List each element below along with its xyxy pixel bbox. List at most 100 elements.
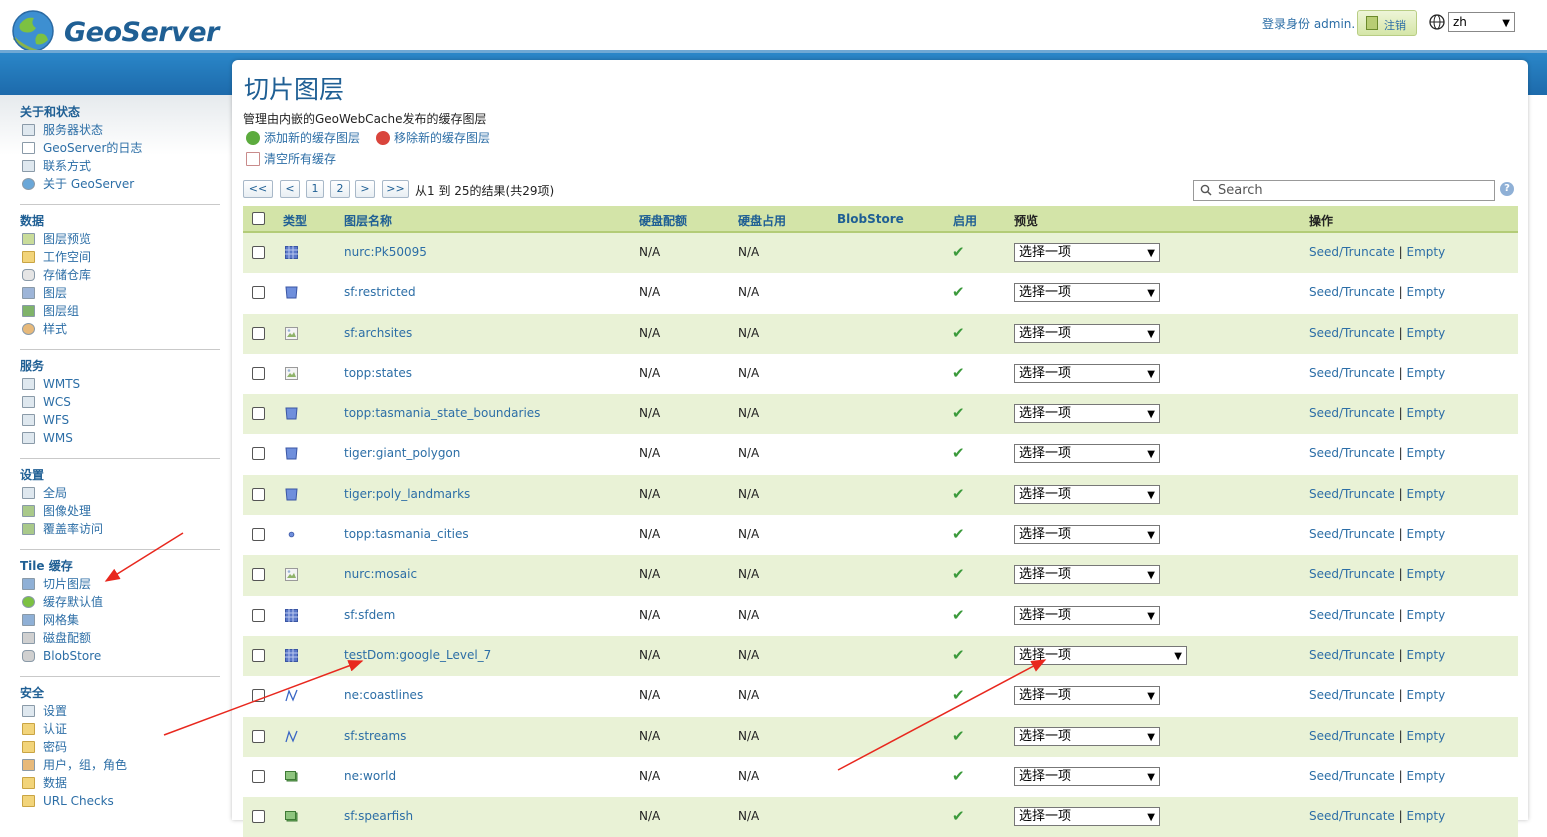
row-checkbox[interactable]	[252, 366, 265, 380]
empty-link[interactable]: Empty	[1407, 366, 1446, 380]
nav-item-url-checks[interactable]: URL Checks	[20, 792, 220, 810]
nav-item-security-settings[interactable]: 设置	[20, 702, 220, 720]
header-disk-quota[interactable]: 硬盘配额	[639, 212, 687, 229]
preview-select[interactable]: 选择一项 ▼	[1014, 404, 1160, 424]
preview-select[interactable]: 选择一项 ▼	[1014, 766, 1160, 786]
preview-select[interactable]: 选择一项 ▼	[1014, 323, 1160, 343]
nav-item-data-security[interactable]: 数据	[20, 774, 220, 792]
nav-item-authentication[interactable]: 认证	[20, 720, 220, 738]
seed-truncate-link[interactable]: Seed/Truncate	[1309, 366, 1395, 380]
seed-truncate-link[interactable]: Seed/Truncate	[1309, 245, 1395, 259]
nav-item-caching-defaults[interactable]: 缓存默认值	[20, 593, 220, 611]
nav-item-about[interactable]: 关于 GeoServer	[20, 175, 220, 193]
layer-name-link[interactable]: nurc:Pk50095	[344, 245, 427, 259]
empty-link[interactable]: Empty	[1407, 326, 1446, 340]
seed-truncate-link[interactable]: Seed/Truncate	[1309, 688, 1395, 702]
seed-truncate-link[interactable]: Seed/Truncate	[1309, 567, 1395, 581]
empty-link[interactable]: Empty	[1407, 648, 1446, 662]
preview-select[interactable]: 选择一项 ▼	[1014, 645, 1187, 665]
layer-name-link[interactable]: ne:world	[344, 769, 396, 783]
preview-select[interactable]: 选择一项 ▼	[1014, 363, 1160, 383]
layer-name-link[interactable]: tiger:giant_polygon	[344, 446, 460, 460]
layer-name-link[interactable]: topp:tasmania_state_boundaries	[344, 406, 540, 420]
empty-link[interactable]: Empty	[1407, 527, 1446, 541]
empty-link[interactable]: Empty	[1407, 245, 1446, 259]
preview-select[interactable]: 选择一项 ▼	[1014, 565, 1160, 585]
help-icon[interactable]: ?	[1500, 182, 1514, 196]
search-input[interactable]: Search	[1193, 180, 1495, 201]
preview-select[interactable]: 选择一项 ▼	[1014, 525, 1160, 545]
nav-item-users-groups-roles[interactable]: 用户，组，角色	[20, 756, 220, 774]
layer-name-link[interactable]: tiger:poly_landmarks	[344, 487, 470, 501]
nav-item-styles[interactable]: 样式	[20, 320, 220, 338]
nav-item-wmts[interactable]: WMTS	[20, 375, 220, 393]
nav-item-tile-layers[interactable]: 切片图层	[20, 575, 220, 593]
geoserver-logo[interactable]: GeoServer	[10, 8, 220, 54]
remove-cached-layer-link[interactable]: 移除新的缓存图层	[374, 130, 490, 146]
pager-prev-button[interactable]: <	[280, 180, 300, 198]
layer-name-link[interactable]: sf:streams	[344, 729, 406, 743]
row-checkbox[interactable]	[252, 568, 265, 582]
layer-name-link[interactable]: nurc:mosaic	[344, 567, 417, 581]
add-cached-layer-link[interactable]: 添加新的缓存图层	[244, 130, 360, 146]
select-all-checkbox[interactable]	[252, 212, 265, 225]
nav-item-wcs[interactable]: WCS	[20, 393, 220, 411]
seed-truncate-link[interactable]: Seed/Truncate	[1309, 527, 1395, 541]
seed-truncate-link[interactable]: Seed/Truncate	[1309, 769, 1395, 783]
pager-next-button[interactable]: >	[355, 180, 375, 198]
header-layer-name[interactable]: 图层名称	[344, 212, 392, 229]
seed-truncate-link[interactable]: Seed/Truncate	[1309, 446, 1395, 460]
nav-item-contact[interactable]: 联系方式	[20, 157, 220, 175]
nav-item-global[interactable]: 全局	[20, 484, 220, 502]
pager-last-button[interactable]: >>	[382, 180, 409, 198]
layer-name-link[interactable]: testDom:google_Level_7	[344, 648, 491, 662]
seed-truncate-link[interactable]: Seed/Truncate	[1309, 608, 1395, 622]
nav-item-passwords[interactable]: 密码	[20, 738, 220, 756]
seed-truncate-link[interactable]: Seed/Truncate	[1309, 326, 1395, 340]
preview-select[interactable]: 选择一项 ▼	[1014, 283, 1160, 303]
row-checkbox[interactable]	[252, 407, 265, 421]
seed-truncate-link[interactable]: Seed/Truncate	[1309, 487, 1395, 501]
nav-item-disk-quota[interactable]: 磁盘配额	[20, 629, 220, 647]
empty-link[interactable]: Empty	[1407, 285, 1446, 299]
row-checkbox[interactable]	[252, 608, 265, 622]
row-checkbox[interactable]	[252, 810, 265, 824]
layer-name-link[interactable]: sf:archsites	[344, 326, 412, 340]
layer-name-link[interactable]: topp:states	[344, 366, 412, 380]
nav-item-layers[interactable]: 图层	[20, 284, 220, 302]
row-checkbox[interactable]	[252, 487, 265, 501]
empty-link[interactable]: Empty	[1407, 487, 1446, 501]
empty-link[interactable]: Empty	[1407, 406, 1446, 420]
pager-page-2-button[interactable]: 2	[330, 180, 350, 198]
seed-truncate-link[interactable]: Seed/Truncate	[1309, 648, 1395, 662]
empty-link[interactable]: Empty	[1407, 729, 1446, 743]
pager-first-button[interactable]: <<	[243, 180, 273, 198]
empty-link[interactable]: Empty	[1407, 446, 1446, 460]
pager-page-1-button[interactable]: 1	[306, 180, 324, 198]
nav-item-coverage-access[interactable]: 覆盖率访问	[20, 520, 220, 538]
layer-name-link[interactable]: ne:coastlines	[344, 688, 423, 702]
seed-truncate-link[interactable]: Seed/Truncate	[1309, 406, 1395, 420]
nav-item-gridsets[interactable]: 网格集	[20, 611, 220, 629]
header-type[interactable]: 类型	[283, 212, 307, 229]
nav-item-blobstore[interactable]: BlobStore	[20, 647, 220, 665]
seed-truncate-link[interactable]: Seed/Truncate	[1309, 285, 1395, 299]
row-checkbox[interactable]	[252, 689, 265, 703]
empty-link[interactable]: Empty	[1407, 688, 1446, 702]
logout-button[interactable]: 注销	[1357, 10, 1417, 36]
row-checkbox[interactable]	[252, 648, 265, 662]
preview-select[interactable]: 选择一项 ▼	[1014, 444, 1160, 464]
layer-name-link[interactable]: sf:spearfish	[344, 809, 413, 823]
seed-truncate-link[interactable]: Seed/Truncate	[1309, 809, 1395, 823]
empty-link[interactable]: Empty	[1407, 608, 1446, 622]
seed-truncate-link[interactable]: Seed/Truncate	[1309, 729, 1395, 743]
empty-link[interactable]: Empty	[1407, 769, 1446, 783]
nav-item-wms[interactable]: WMS	[20, 429, 220, 447]
nav-item-stores[interactable]: 存储仓库	[20, 266, 220, 284]
empty-link[interactable]: Empty	[1407, 809, 1446, 823]
nav-item-layer-preview[interactable]: 图层预览	[20, 230, 220, 248]
language-select[interactable]: zh ▼	[1448, 12, 1515, 32]
row-checkbox[interactable]	[252, 528, 265, 542]
nav-item-workspaces[interactable]: 工作空间	[20, 248, 220, 266]
nav-item-wfs[interactable]: WFS	[20, 411, 220, 429]
